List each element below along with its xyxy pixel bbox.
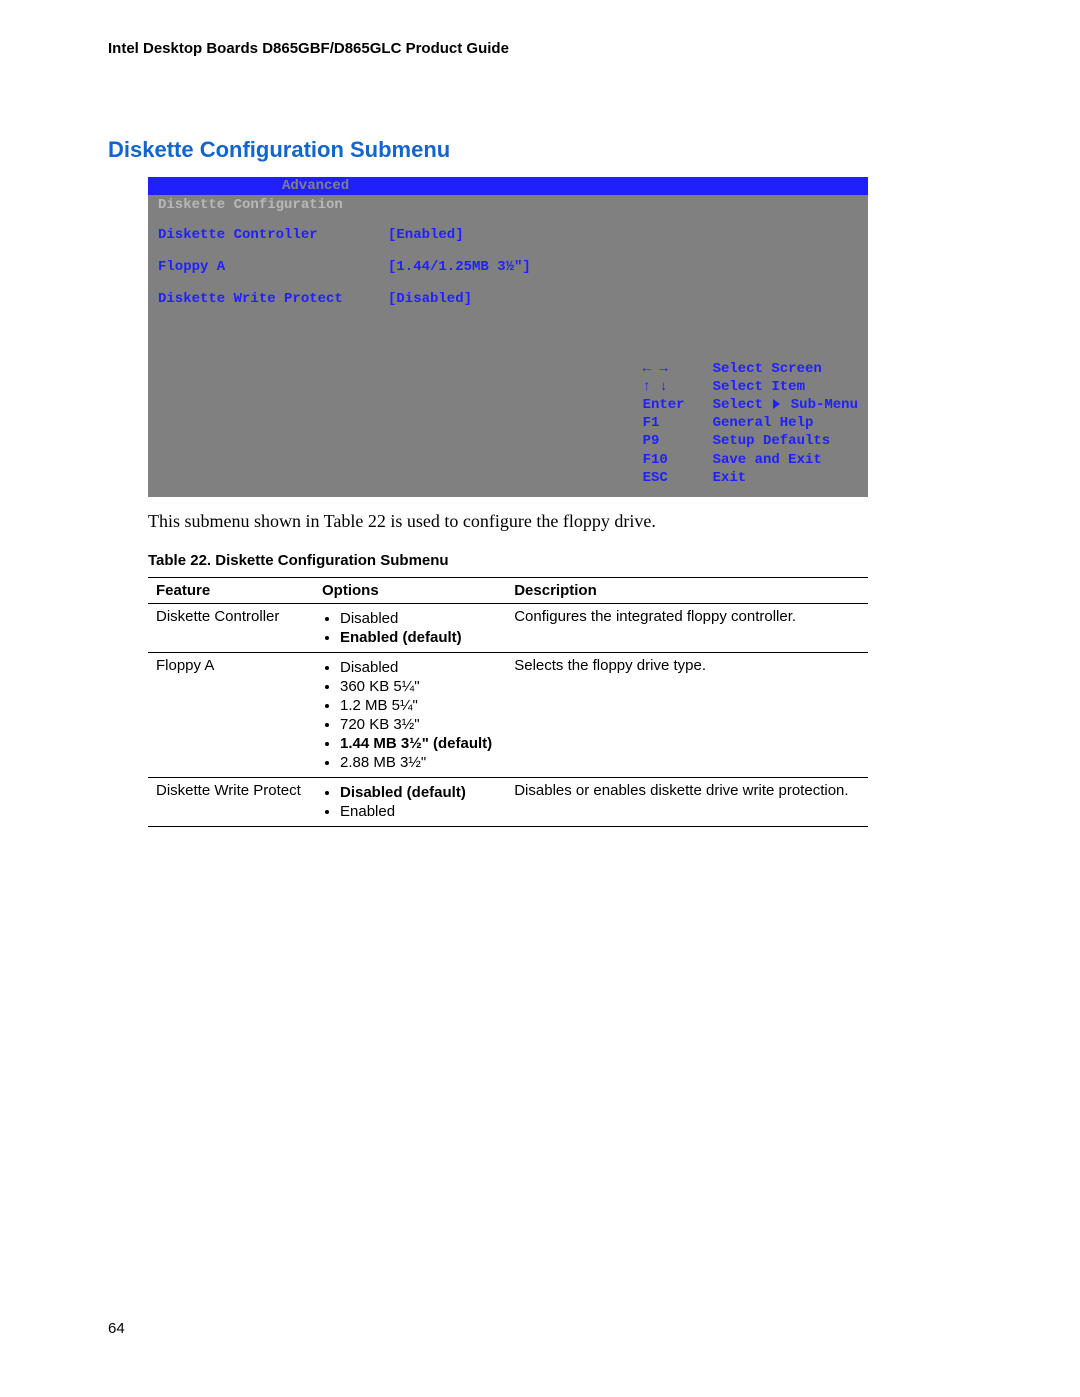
triangle-right-icon xyxy=(773,399,780,409)
bios-body: Diskette Configuration Diskette Controll… xyxy=(148,195,868,497)
table-row: Floppy A Disabled 360 KB 5¼" 1.2 MB 5¼" 720 … xyxy=(148,653,868,778)
bios-help-row: F10 Save and Exit xyxy=(643,451,858,469)
cell-options: Disabled (default) Enabled xyxy=(314,778,506,827)
col-options: Options xyxy=(314,578,506,604)
cell-description: Disables or enables diskette drive write… xyxy=(506,778,868,827)
bios-help-key: P9 xyxy=(643,432,713,450)
bios-help-desc: Select Item xyxy=(713,378,805,396)
cell-feature: Floppy A xyxy=(148,653,314,778)
document-header: Intel Desktop Boards D865GBF/D865GLC Pro… xyxy=(108,40,972,57)
bios-item-floppy-a: Floppy A [1.44/1.25MB 3½"] xyxy=(158,259,858,275)
bios-help-row: ← → Select Screen xyxy=(643,360,858,378)
bios-menu-bar: Advanced xyxy=(148,177,868,195)
bios-item-diskette-controller: Diskette Controller [Enabled] xyxy=(158,227,858,243)
col-feature: Feature xyxy=(148,578,314,604)
bios-tab-advanced: Advanced xyxy=(278,177,353,195)
option-item: 1.2 MB 5¼" xyxy=(340,697,498,714)
bios-item-write-protect: Diskette Write Protect [Disabled] xyxy=(158,291,858,307)
bios-help-row: Enter Select Sub-Menu xyxy=(643,396,858,414)
cell-options: Disabled Enabled (default) xyxy=(314,604,506,653)
bios-item-label: Floppy A xyxy=(158,259,388,275)
bios-help-desc: Select Sub-Menu xyxy=(713,396,858,414)
option-item: 720 KB 3½" xyxy=(340,716,498,733)
section-title: Diskette Configuration Submenu xyxy=(108,137,972,163)
bios-help-row: F1 General Help xyxy=(643,414,858,432)
option-item: Disabled (default) xyxy=(340,784,498,801)
option-item: Enabled (default) xyxy=(340,629,498,646)
option-item: Disabled xyxy=(340,610,498,627)
spec-table: Feature Options Description Diskette Con… xyxy=(148,577,868,827)
bios-help-panel: ← → Select Screen ↑ ↓ Select Item Enter … xyxy=(643,360,858,487)
bios-help-desc: Select Screen xyxy=(713,360,822,378)
bios-item-label: Diskette Write Protect xyxy=(158,291,388,307)
cell-feature: Diskette Write Protect xyxy=(148,778,314,827)
bios-item-value: [1.44/1.25MB 3½"] xyxy=(388,259,531,275)
table-header-row: Feature Options Description xyxy=(148,578,868,604)
bios-help-key: Enter xyxy=(643,396,713,414)
cell-feature: Diskette Controller xyxy=(148,604,314,653)
table-row: Diskette Write ProtectDisabled (default)… xyxy=(148,778,868,827)
bios-help-row: ESC Exit xyxy=(643,469,858,487)
cell-description: Selects the floppy drive type. xyxy=(506,653,868,778)
body-paragraph: This submenu shown in Table 22 is used t… xyxy=(148,511,972,532)
bios-help-key: F10 xyxy=(643,451,713,469)
bios-help-desc: Setup Defaults xyxy=(713,432,831,450)
table-row: Diskette Controller Disabled Enabled (defa… xyxy=(148,604,868,653)
option-item: Enabled xyxy=(340,803,498,820)
bios-help-row: ↑ ↓ Select Item xyxy=(643,378,858,396)
bios-help-desc: Exit xyxy=(713,469,747,487)
bios-screenshot: Advanced Diskette Configuration Diskette… xyxy=(148,177,868,497)
bios-item-label: Diskette Controller xyxy=(158,227,388,243)
option-item: Disabled xyxy=(340,659,498,676)
col-description: Description xyxy=(506,578,868,604)
page-number: 64 xyxy=(108,1320,125,1337)
table-body: Diskette Controller Disabled Enabled (defa… xyxy=(148,604,868,827)
document-page: Intel Desktop Boards D865GBF/D865GLC Pro… xyxy=(0,0,1080,1397)
cell-description: Configures the integrated floppy control… xyxy=(506,604,868,653)
bios-help-key: ESC xyxy=(643,469,713,487)
bios-help-key: ↑ ↓ xyxy=(643,378,713,396)
bios-help-desc: General Help xyxy=(713,414,814,432)
bios-help-key: F1 xyxy=(643,414,713,432)
bios-help-row: P9 Setup Defaults xyxy=(643,432,858,450)
bios-item-value: [Enabled] xyxy=(388,227,464,243)
option-item: 1.44 MB 3½" (default) xyxy=(340,735,498,752)
bios-screen-title: Diskette Configuration xyxy=(158,197,858,213)
bios-help-desc: Save and Exit xyxy=(713,451,822,469)
option-item: 360 KB 5¼" xyxy=(340,678,498,695)
cell-options: Disabled 360 KB 5¼" 1.2 MB 5¼" 720 KB 3½" 1.… xyxy=(314,653,506,778)
table-caption: Table 22. Diskette Configuration Submenu xyxy=(148,552,972,569)
bios-help-key: ← → xyxy=(643,360,713,378)
bios-item-value: [Disabled] xyxy=(388,291,472,307)
option-item: 2.88 MB 3½" xyxy=(340,754,498,771)
